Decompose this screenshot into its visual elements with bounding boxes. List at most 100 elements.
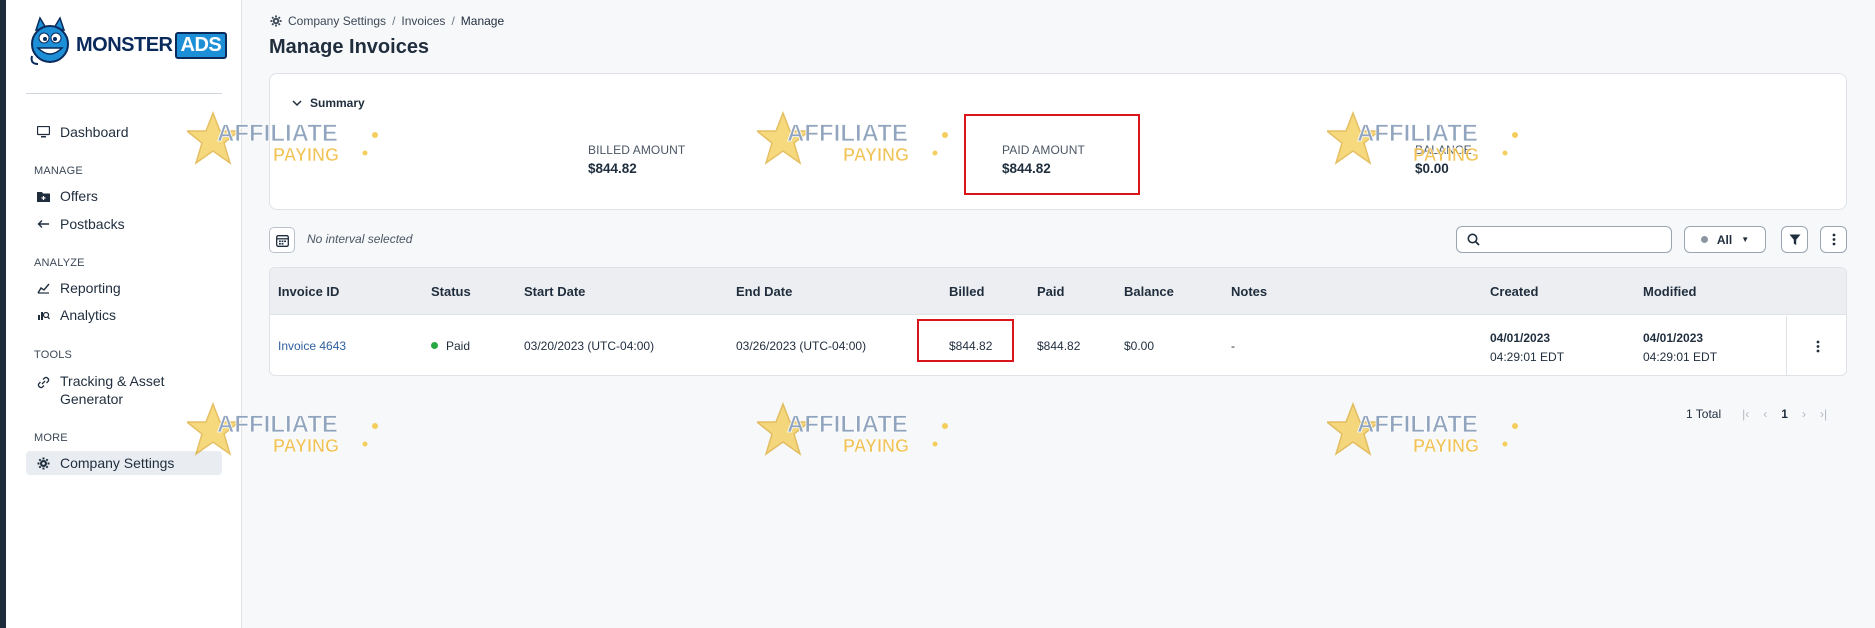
pagination-current-page[interactable]: 1 bbox=[1781, 407, 1788, 421]
filter-button[interactable] bbox=[1781, 226, 1808, 253]
column-header-end-date[interactable]: End Date bbox=[736, 284, 792, 299]
end-date-cell: 03/26/2023 (UTC-04:00) bbox=[736, 339, 867, 353]
table-row: Invoice 4643 Paid 03/20/2023 (UTC-04:00)… bbox=[270, 316, 1846, 375]
sidebar-item-label-line2: Generator bbox=[60, 391, 124, 407]
status-badge: Paid bbox=[431, 339, 470, 353]
invoice-id-link[interactable]: Invoice 4643 bbox=[278, 339, 346, 353]
table-toolbar: No interval selected All ▼ bbox=[269, 225, 1847, 253]
pagination-first-button[interactable]: |‹ bbox=[1742, 407, 1749, 421]
summary-paid: PAID AMOUNT $844.82 bbox=[1002, 143, 1085, 176]
summary-billed-label: BILLED AMOUNT bbox=[588, 143, 686, 157]
sidebar-item-label: Postbacks bbox=[60, 216, 125, 232]
sidebar-item-label: Analytics bbox=[60, 307, 117, 323]
column-header-status[interactable]: Status bbox=[431, 284, 471, 299]
more-options-button[interactable] bbox=[1820, 226, 1847, 253]
summary-balance-label: BALANCE bbox=[1415, 143, 1472, 157]
funnel-icon bbox=[1789, 234, 1800, 245]
sidebar-item-label: Dashboard bbox=[60, 124, 129, 140]
sidebar-divider bbox=[26, 93, 222, 94]
sidebar-item-reporting[interactable]: Reporting bbox=[26, 276, 222, 300]
gear-icon bbox=[270, 15, 282, 27]
sidebar-item-dashboard[interactable]: Dashboard bbox=[26, 120, 222, 144]
sidebar-item-label: Reporting bbox=[60, 280, 121, 296]
sidebar-item-label: Offers bbox=[60, 188, 98, 204]
breadcrumb-invoices[interactable]: Invoices bbox=[401, 14, 445, 28]
notes-cell: - bbox=[1231, 339, 1235, 353]
gear-icon bbox=[36, 456, 50, 470]
pagination-total: 1 Total bbox=[1686, 407, 1722, 421]
breadcrumb-company-settings[interactable]: Company Settings bbox=[288, 14, 386, 28]
column-header-modified[interactable]: Modified bbox=[1643, 284, 1696, 299]
calendar-icon bbox=[275, 234, 289, 247]
created-date: 04/01/2023 bbox=[1490, 331, 1551, 345]
monitor-icon bbox=[36, 125, 50, 139]
status-filter-dropdown[interactable]: All ▼ bbox=[1684, 226, 1766, 253]
folder-icon bbox=[36, 189, 50, 203]
link-chain-icon bbox=[36, 375, 50, 389]
modified-date: 04/01/2023 bbox=[1643, 331, 1704, 345]
sidebar-item-analytics[interactable]: Analytics bbox=[26, 303, 222, 327]
breadcrumb-current: Manage bbox=[460, 14, 505, 28]
column-header-start-date[interactable]: Start Date bbox=[524, 284, 585, 299]
table-header: Invoice ID Status Start Date End Date Bi… bbox=[270, 268, 1846, 315]
summary-balance-value: $0.00 bbox=[1415, 161, 1449, 176]
column-header-notes[interactable]: Notes bbox=[1231, 284, 1267, 299]
summary-toggle[interactable]: Summary bbox=[292, 96, 365, 110]
logo-brand-main: MONSTER bbox=[76, 34, 173, 56]
logo-text: MONSTER ADS bbox=[76, 32, 228, 59]
summary-paid-label: PAID AMOUNT bbox=[1002, 143, 1085, 157]
monster-mascot-icon bbox=[30, 16, 69, 65]
interval-status-text: No interval selected bbox=[307, 232, 413, 246]
column-header-balance[interactable]: Balance bbox=[1124, 284, 1174, 299]
logo-brand-accent: ADS bbox=[174, 32, 228, 59]
sidebar-item-label: Company Settings bbox=[60, 455, 175, 471]
balance-cell: $0.00 bbox=[1124, 339, 1155, 353]
modified-time: 04:29:01 EDT bbox=[1643, 350, 1718, 364]
date-range-button[interactable] bbox=[269, 227, 295, 253]
status-filter-label: All bbox=[1716, 232, 1733, 247]
search-icon bbox=[1467, 233, 1480, 246]
sidebar-item-company-settings[interactable]: Company Settings bbox=[26, 451, 222, 475]
billed-cell: $844.82 bbox=[949, 339, 993, 353]
sidebar-section-tools: TOOLS bbox=[34, 349, 73, 361]
column-header-paid[interactable]: Paid bbox=[1037, 284, 1064, 299]
page-title: Manage Invoices bbox=[269, 36, 430, 58]
pagination-prev-button[interactable]: ‹ bbox=[1763, 407, 1767, 421]
sidebar-item-postbacks[interactable]: Postbacks bbox=[26, 212, 222, 236]
pagination: 1 Total |‹ ‹ 1 › ›| bbox=[1686, 404, 1834, 424]
sidebar-item-label: Tracking & Asset Generator bbox=[60, 372, 165, 408]
pagination-next-button[interactable]: › bbox=[1802, 407, 1806, 421]
sidebar-section-analyze: ANALYZE bbox=[34, 257, 85, 269]
chevron-down-icon bbox=[292, 99, 302, 107]
summary-toggle-label: Summary bbox=[310, 96, 365, 110]
invoices-table: Invoice ID Status Start Date End Date Bi… bbox=[269, 267, 1847, 376]
status-dot-icon bbox=[1700, 236, 1708, 243]
sidebar-item-offers[interactable]: Offers bbox=[26, 184, 222, 208]
status-text: Paid bbox=[446, 339, 471, 353]
kebab-menu-icon bbox=[1816, 340, 1819, 352]
breadcrumb-separator: / bbox=[392, 14, 396, 28]
search-input[interactable] bbox=[1487, 229, 1667, 250]
column-header-billed[interactable]: Billed bbox=[949, 284, 984, 299]
summary-billed-value: $844.82 bbox=[588, 161, 637, 176]
sidebar-item-label-line1: Tracking & Asset bbox=[60, 373, 165, 389]
summary-paid-value: $844.82 bbox=[1002, 161, 1051, 176]
pagination-last-button[interactable]: ›| bbox=[1820, 407, 1827, 421]
created-cell: 04/01/2023 04:29:01 EDT bbox=[1490, 329, 1564, 367]
sidebar-section-manage: MANAGE bbox=[34, 165, 83, 177]
paid-cell: $844.82 bbox=[1037, 339, 1081, 353]
sidebar-item-tracking-asset-generator[interactable]: Tracking & Asset Generator bbox=[26, 368, 222, 408]
search-box[interactable] bbox=[1456, 226, 1672, 253]
summary-billed: BILLED AMOUNT $844.82 bbox=[588, 143, 685, 176]
monster-ads-logo[interactable]: MONSTER ADS bbox=[26, 14, 228, 72]
row-actions-button[interactable] bbox=[1786, 316, 1846, 375]
chart-line-icon bbox=[36, 281, 50, 295]
start-date-cell: 03/20/2023 (UTC-04:00) bbox=[524, 339, 655, 353]
column-header-invoice-id[interactable]: Invoice ID bbox=[278, 284, 339, 299]
column-header-created[interactable]: Created bbox=[1490, 284, 1538, 299]
summary-card: Summary BILLED AMOUNT $844.82 PAID AMOUN… bbox=[269, 73, 1847, 210]
kebab-menu-icon bbox=[1832, 233, 1835, 246]
caret-down-icon: ▼ bbox=[1741, 235, 1750, 244]
created-time: 04:29:01 EDT bbox=[1490, 350, 1565, 364]
analytics-magnifier-icon bbox=[36, 308, 50, 322]
